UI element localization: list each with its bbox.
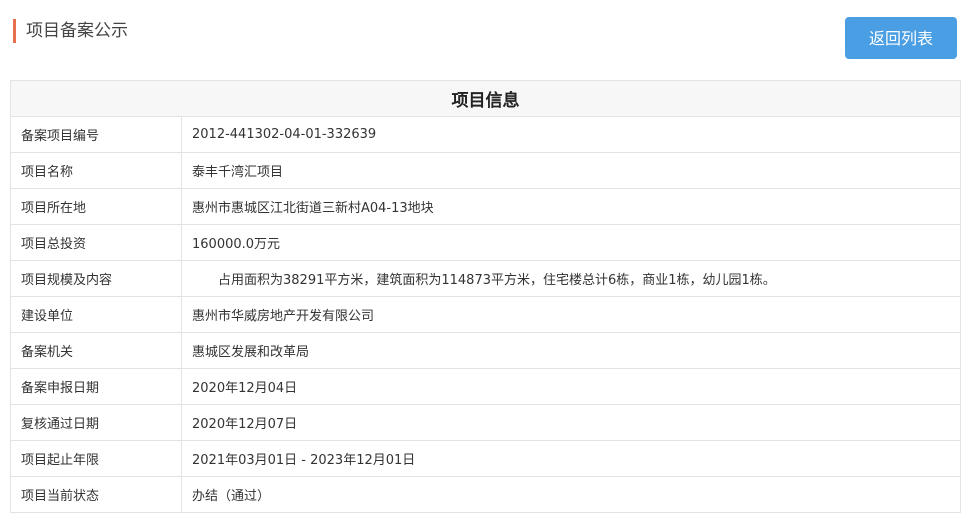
row-label: 项目规模及内容 <box>10 260 182 297</box>
table-row: 复核通过日期 2020年12月07日 <box>10 404 961 441</box>
table-row: 项目当前状态 办结（通过） <box>10 476 961 513</box>
row-value: 惠州市惠城区江北街道三新村A04-13地块 <box>181 188 961 225</box>
row-value: 160000.0万元 <box>181 224 961 261</box>
row-label: 项目名称 <box>10 152 182 189</box>
row-value: 2020年12月04日 <box>181 368 961 405</box>
table-row: 项目所在地 惠州市惠城区江北街道三新村A04-13地块 <box>10 188 961 225</box>
row-label: 项目起止年限 <box>10 440 182 477</box>
row-label: 备案项目编号 <box>10 116 182 153</box>
row-label: 项目当前状态 <box>10 476 182 513</box>
table-row: 项目规模及内容 占用面积为38291平方米，建筑面积为114873平方米，住宅楼… <box>10 260 961 297</box>
row-label: 备案机关 <box>10 332 182 369</box>
row-label: 项目总投资 <box>10 224 182 261</box>
row-value: 2021年03月01日 - 2023年12月01日 <box>181 440 961 477</box>
page-title: 项目备案公示 <box>13 19 128 43</box>
table-row: 备案申报日期 2020年12月04日 <box>10 368 961 405</box>
row-label: 建设单位 <box>10 296 182 333</box>
project-info-table: 项目信息 备案项目编号 2012-441302-04-01-332639 项目名称泰… <box>10 80 961 513</box>
back-to-list-button[interactable]: 返回列表 <box>845 17 957 59</box>
row-label: 项目所在地 <box>10 188 182 225</box>
row-value: 泰丰千湾汇项目 <box>181 152 961 189</box>
row-value: 2012-441302-04-01-332639 <box>181 116 961 153</box>
table-title: 项目信息 <box>10 80 961 117</box>
row-label: 备案申报日期 <box>10 368 182 405</box>
table-row: 建设单位 惠州市华威房地产开发有限公司 <box>10 296 961 333</box>
table-row: 项目名称 泰丰千湾汇项目 <box>10 152 961 189</box>
row-value: 办结（通过） <box>181 476 961 513</box>
table-row: 备案项目编号 2012-441302-04-01-332639 <box>10 116 961 153</box>
table-row: 项目总投资 160000.0万元 <box>10 224 961 261</box>
row-value: 占用面积为38291平方米，建筑面积为114873平方米，住宅楼总计6栋，商业1… <box>181 260 961 297</box>
row-value: 惠州市华威房地产开发有限公司 <box>181 296 961 333</box>
row-label: 复核通过日期 <box>10 404 182 441</box>
table-row: 备案机关 惠城区发展和改革局 <box>10 332 961 369</box>
row-value: 2020年12月07日 <box>181 404 961 441</box>
row-value: 惠城区发展和改革局 <box>181 332 961 369</box>
table-row: 项目起止年限 2021年03月01日 - 2023年12月01日 <box>10 440 961 477</box>
